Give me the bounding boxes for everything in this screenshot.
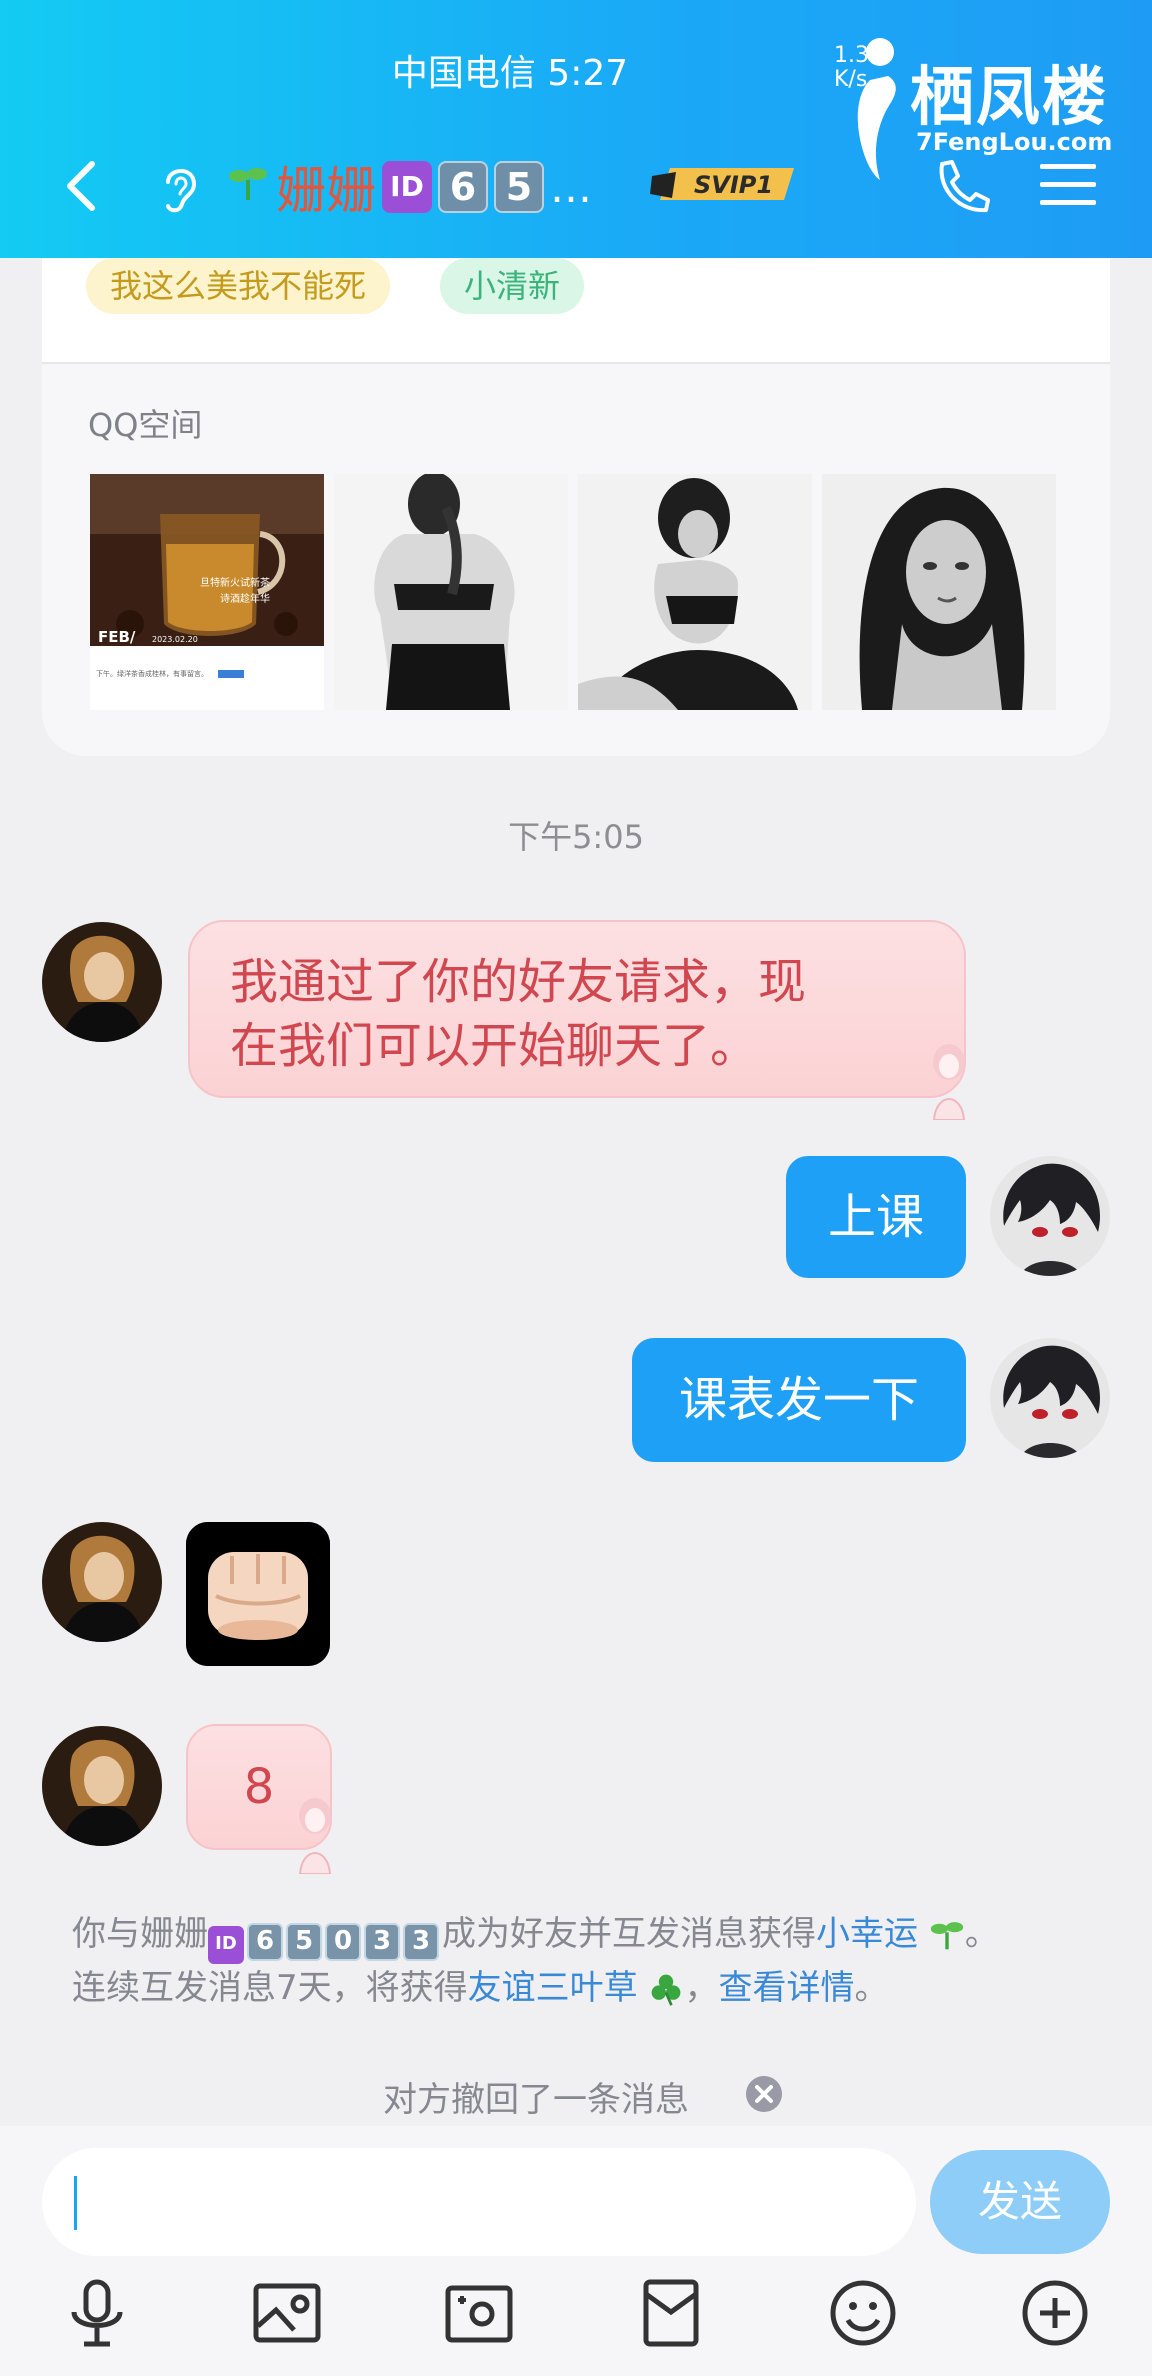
watermark-logo-icon	[857, 38, 896, 180]
sys-text: 。	[964, 1914, 999, 1954]
sys-text: ，	[684, 1968, 719, 2008]
qzone-photo[interactable]	[822, 474, 1056, 710]
svip-label: SVIP1	[694, 171, 773, 199]
my-avatar[interactable]	[990, 1156, 1110, 1276]
message-text: 我通过了你的好友请求，现在我们可以开始聊天了。	[230, 954, 807, 1074]
contact-name: 姗姗	[276, 162, 376, 220]
sys-text: 成为好友并互发消息获得	[442, 1914, 816, 1954]
qzone-title[interactable]: QQ空间	[88, 400, 202, 446]
chat-timestamp: 下午5:05	[508, 818, 644, 856]
bubble-decoration-icon	[298, 1798, 332, 1874]
send-button[interactable]: 发送	[930, 2150, 1110, 2254]
sprout-icon	[228, 162, 268, 212]
id-badge: ID	[382, 161, 432, 213]
bubble-decoration-icon	[932, 1044, 966, 1120]
digit-badge: 5	[286, 1923, 322, 1961]
ear-icon[interactable]	[160, 160, 202, 216]
svg-text:旦特新火试新茶: 旦特新火试新茶	[200, 576, 270, 589]
qzone-photo[interactable]: 旦特新火试新茶 诗酒趁年华 FEB/ 2023.02.20 下午。绿洋茶香成桂林…	[90, 474, 324, 710]
digit-badge: 3	[364, 1923, 400, 1961]
svg-text:FEB/: FEB/	[98, 628, 136, 646]
camera-icon[interactable]	[444, 2278, 514, 2348]
message-input[interactable]	[42, 2148, 916, 2256]
back-arrow-icon[interactable]	[60, 158, 104, 214]
lucky-link[interactable]: 小幸运	[816, 1914, 918, 1954]
phone-icon[interactable]	[930, 156, 992, 216]
system-message: 你与姗姗 ID 6 5 0 3 3 成为好友并互发消息获得小幸运 。 连续互发消息7天，将获得…	[72, 1910, 1092, 2012]
svg-text:下午。绿洋茶香成桂林，有事留言。: 下午。绿洋茶香成桂林，有事留言。	[96, 669, 208, 678]
my-message-bubble[interactable]: 上课	[786, 1156, 966, 1278]
profile-card: 我这么美我不能死 小清新 QQ空间 旦特新火试新茶 诗酒趁年华 FEB/ 202…	[42, 258, 1110, 756]
svg-text:诗酒趁年华: 诗酒趁年华	[220, 592, 270, 605]
sys-text: 连续互发消息7天，将获得	[72, 1968, 468, 2008]
divider	[42, 362, 1110, 364]
fist-sticker[interactable]	[186, 1522, 330, 1666]
top-bar: 中国电信 5:27 1.3 K/s 栖凤楼 7FengLou.com 姗姗 ID …	[0, 0, 1152, 258]
text-cursor	[74, 2176, 77, 2230]
digit-badge: 0	[325, 1923, 361, 1961]
clover-link[interactable]: 友谊三叶草	[468, 1968, 638, 2008]
close-icon[interactable]	[744, 2074, 784, 2114]
watermark-title: 栖凤楼	[910, 61, 1108, 135]
my-avatar[interactable]	[990, 1338, 1110, 1458]
plus-icon[interactable]	[1020, 2278, 1090, 2348]
red-packet-icon[interactable]	[636, 2278, 706, 2348]
recall-notice: 对方撤回了一条消息	[383, 2080, 689, 2120]
contact-title[interactable]: 姗姗 ID 6 5 …	[228, 152, 592, 222]
digit-badge: 6	[247, 1923, 283, 1961]
qzone-photo[interactable]	[578, 474, 812, 710]
id-badge: ID	[208, 1926, 244, 1964]
mic-icon[interactable]	[62, 2278, 132, 2348]
profile-tags-row: 我这么美我不能死 小清新	[42, 258, 1110, 362]
message-bubble[interactable]: 我通过了你的好友请求，现在我们可以开始聊天了。	[188, 920, 966, 1098]
qzone-photo[interactable]	[334, 474, 568, 710]
sys-text: 你与姗姗	[72, 1914, 208, 1954]
profile-tag[interactable]: 小清新	[440, 258, 585, 314]
digit-badge: 3	[403, 1923, 439, 1961]
friend-avatar[interactable]	[42, 1726, 162, 1846]
digit-badge: 6	[438, 161, 488, 213]
friend-avatar[interactable]	[42, 922, 162, 1042]
menu-icon[interactable]	[1040, 162, 1096, 208]
svip-badge: SVIP1	[650, 168, 794, 200]
my-message-bubble[interactable]: 课表发一下	[632, 1338, 966, 1462]
image-icon[interactable]	[252, 2278, 322, 2348]
name-ellipsis: …	[550, 162, 592, 212]
sys-text: 。	[854, 1968, 889, 2008]
svg-text:2023.02.20: 2023.02.20	[152, 635, 198, 644]
profile-tag[interactable]: 我这么美我不能死	[86, 258, 391, 314]
watermark-url: 7FengLou.com	[916, 128, 1113, 156]
emoji-icon[interactable]	[828, 2278, 898, 2348]
input-bar: 发送	[0, 2126, 1152, 2376]
sprout-icon	[930, 1922, 963, 1950]
clover-icon	[652, 1974, 681, 2006]
friend-avatar[interactable]	[42, 1522, 162, 1642]
digit-badge: 5	[494, 161, 544, 213]
details-link[interactable]: 查看详情	[718, 1968, 854, 2008]
